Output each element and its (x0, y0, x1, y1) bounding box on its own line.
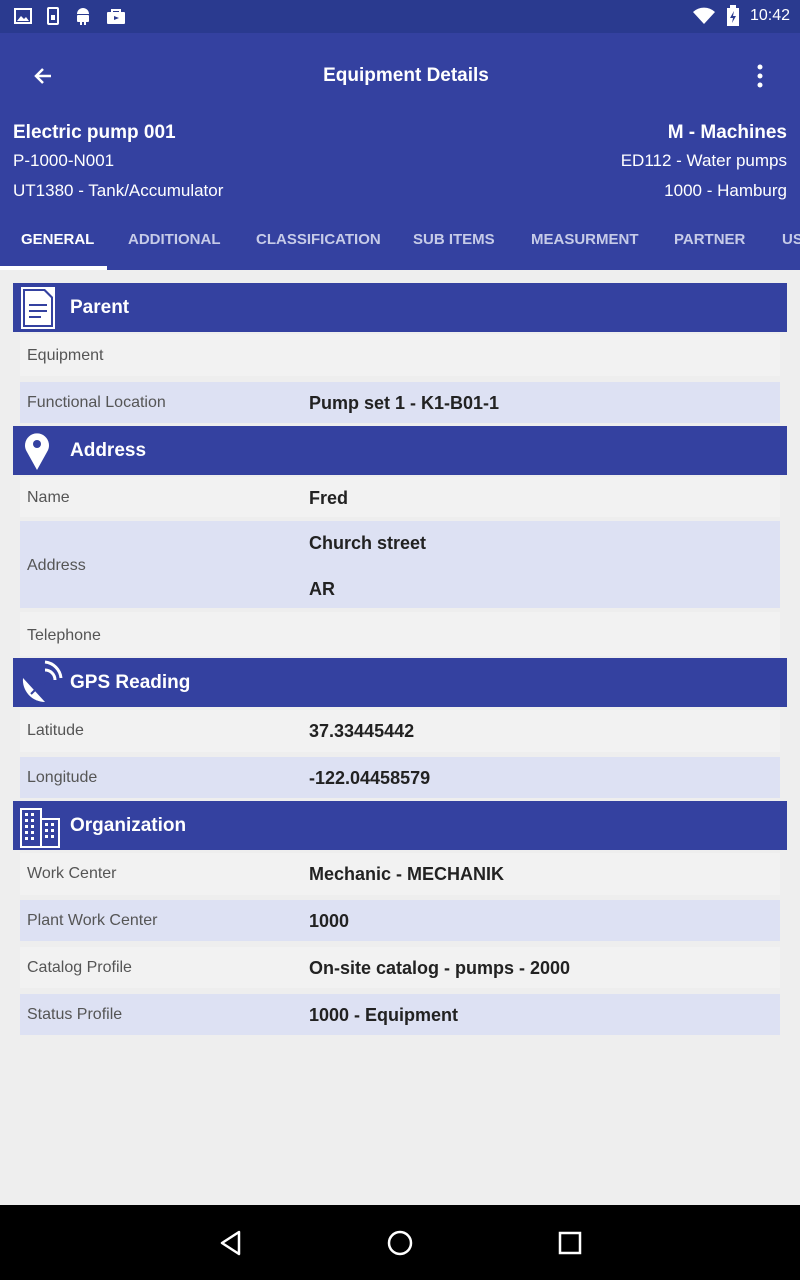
row-equipment: Equipment (20, 334, 780, 376)
field-label: Catalog Profile (27, 959, 132, 976)
tab-additional[interactable]: ADDITIONAL (128, 231, 221, 248)
field-value: Church street (309, 533, 427, 553)
android-icon (77, 8, 89, 25)
system-nav-bar (0, 1205, 800, 1280)
row-latitude: Latitude 37.33445442 (20, 710, 780, 752)
wifi-icon (692, 7, 715, 24)
page-title: Equipment Details (323, 65, 489, 86)
section-title: GPS Reading (70, 672, 191, 693)
row-telephone: Telephone (20, 612, 780, 656)
field-label: Telephone (27, 627, 101, 644)
row-functional-location: Functional Location Pump set 1 - K1-B01-… (20, 382, 780, 423)
building-icon (20, 808, 60, 848)
section-organization: Organization (13, 801, 787, 850)
image-icon (14, 8, 32, 24)
recents-square-icon[interactable] (554, 1227, 586, 1259)
equipment-category: M - Machines (667, 122, 787, 143)
tab-partner[interactable]: PARTNER (674, 231, 745, 248)
app-bar: Equipment Details Electric pump 001 P-10… (0, 33, 800, 270)
tab-indicator (0, 266, 107, 270)
section-address: Address (13, 426, 787, 475)
shopping-bag-icon (107, 9, 125, 24)
tab-us[interactable]: US (782, 231, 800, 248)
location-pin-icon (25, 433, 49, 470)
row-plant-work-center: Plant Work Center 1000 (20, 900, 780, 941)
field-label: Longitude (27, 769, 98, 786)
equipment-group: ED112 - Water pumps (620, 151, 787, 170)
tab-bar: GENERAL ADDITIONAL CLASSIFICATION SUB IT… (0, 217, 800, 270)
field-label: Work Center (27, 865, 117, 882)
document-icon (21, 287, 55, 329)
back-triangle-icon[interactable] (215, 1227, 247, 1259)
equipment-name: Electric pump 001 (13, 122, 176, 143)
tab-general[interactable]: GENERAL (21, 231, 94, 248)
tab-measurment[interactable]: MEASURMENT (531, 231, 639, 248)
section-parent: Parent (13, 283, 787, 332)
field-label: Functional Location (27, 394, 166, 411)
field-value: 1000 (309, 911, 350, 931)
status-bar: 10:42 (0, 0, 800, 33)
equipment-plant: 1000 - Hamburg (664, 181, 787, 200)
tab-sub-items[interactable]: SUB ITEMS (413, 231, 495, 248)
row-status-profile: Status Profile 1000 - Equipment (20, 994, 780, 1035)
field-label: Status Profile (27, 1006, 123, 1023)
row-name: Name Fred (20, 477, 780, 517)
equipment-type: UT1380 - Tank/Accumulator (13, 181, 224, 200)
satellite-dish-icon (22, 660, 63, 703)
section-title: Parent (70, 297, 130, 318)
more-vertical-icon[interactable] (750, 63, 770, 89)
home-circle-icon[interactable] (384, 1227, 416, 1259)
row-work-center: Work Center Mechanic - MECHANIK (20, 853, 780, 895)
tab-classification[interactable]: CLASSIFICATION (256, 231, 381, 248)
field-value: Mechanic - MECHANIK (309, 864, 505, 884)
field-value: Pump set 1 - K1-B01-1 (309, 393, 500, 413)
field-label: Equipment (27, 347, 104, 364)
row-longitude: Longitude -122.04458579 (20, 757, 780, 798)
field-value: -122.04458579 (309, 768, 431, 788)
sim-icon (47, 7, 59, 25)
row-address: Address Church street AR (20, 521, 780, 608)
row-catalog-profile: Catalog Profile On-site catalog - pumps … (20, 947, 780, 988)
field-label: Address (27, 557, 86, 574)
section-title: Organization (70, 815, 187, 836)
section-title: Address (70, 440, 147, 461)
field-value-line2: AR (309, 579, 335, 599)
section-gps-reading: GPS Reading (13, 658, 787, 707)
battery-icon (726, 5, 739, 26)
field-label: Name (27, 489, 70, 506)
equipment-code: P-1000-N001 (13, 151, 115, 170)
field-label: Latitude (27, 722, 84, 739)
field-value: 37.33445442 (309, 721, 415, 741)
field-value: Fred (309, 488, 349, 508)
field-value: 1000 - Equipment (309, 1005, 459, 1025)
field-label: Plant Work Center (27, 912, 158, 929)
field-value: On-site catalog - pumps - 2000 (309, 958, 571, 978)
clock: 10:42 (749, 7, 790, 24)
